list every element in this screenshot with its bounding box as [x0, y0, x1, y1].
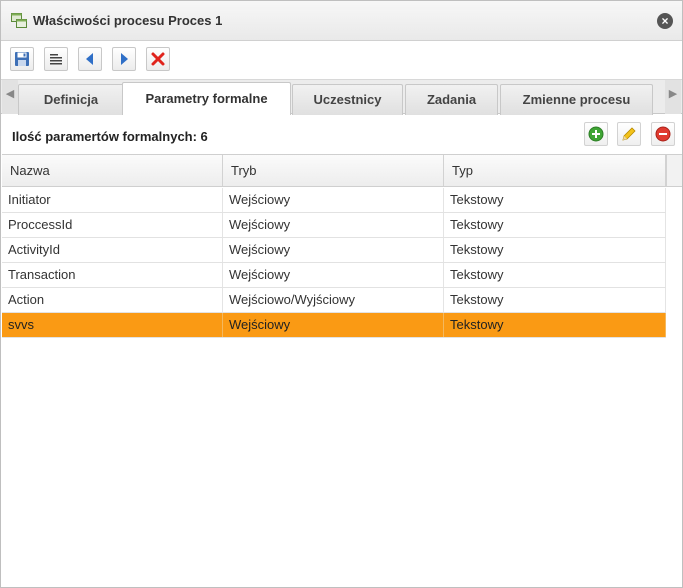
next-button[interactable]	[112, 47, 136, 71]
cell-nazwa: ActivityId	[2, 238, 223, 262]
column-header-typ[interactable]: Typ	[444, 155, 666, 186]
delete-button[interactable]	[146, 47, 170, 71]
window-title: Właściwości procesu Proces 1	[33, 13, 223, 28]
tab-parametry-formalne[interactable]: Parametry formalne	[122, 82, 291, 115]
tab-uczestnicy[interactable]: Uczestnicy	[292, 84, 403, 115]
cell-tryb: Wejściowy	[223, 213, 444, 237]
tab-zmienne-procesu[interactable]: Zmienne procesu	[500, 84, 653, 115]
add-icon	[588, 126, 604, 142]
cell-typ: Tekstowy	[444, 263, 666, 287]
table-row[interactable]: Transaction Wejściowy Tekstowy	[2, 263, 666, 288]
column-header-tryb[interactable]: Tryb	[223, 155, 444, 186]
edit-icon	[622, 127, 636, 141]
tab-scroll-left-icon[interactable]: ◀	[2, 80, 18, 114]
cell-tryb: Wejściowy	[223, 313, 444, 337]
cell-nazwa: ProccessId	[2, 213, 223, 237]
cell-typ: Tekstowy	[444, 188, 666, 212]
table-row-selected[interactable]: svvs Wejściowy Tekstowy	[2, 313, 666, 338]
cell-nazwa: Action	[2, 288, 223, 312]
table-row[interactable]: Initiator Wejściowy Tekstowy	[2, 188, 666, 213]
tab-scroll-right-icon[interactable]: ▶	[665, 80, 681, 114]
save-button[interactable]	[10, 47, 34, 71]
edit-parameter-button[interactable]	[617, 122, 641, 146]
windows-icon	[11, 13, 27, 28]
remove-icon	[655, 126, 671, 142]
arrow-left-icon	[86, 53, 93, 65]
add-parameter-button[interactable]	[584, 122, 608, 146]
table-row[interactable]: ProccessId Wejściowy Tekstowy	[2, 213, 666, 238]
save-icon	[15, 52, 29, 66]
parameters-table: Nazwa Tryb Typ Initiator Wejściowy Tekst…	[2, 154, 682, 586]
cell-typ: Tekstowy	[444, 238, 666, 262]
remove-parameter-button[interactable]	[651, 122, 675, 146]
tab-zadania[interactable]: Zadania	[405, 84, 498, 115]
process-properties-window: Właściwości procesu Proces 1 × ◀ Definic…	[0, 0, 683, 588]
table-row[interactable]: ActivityId Wejściowy Tekstowy	[2, 238, 666, 263]
parameter-count-label: Ilość paramertów formalnych: 6	[12, 129, 208, 144]
cell-typ: Tekstowy	[444, 288, 666, 312]
cell-tryb: Wejściowy	[223, 263, 444, 287]
table-header: Nazwa Tryb Typ	[2, 155, 666, 187]
close-icon[interactable]: ×	[657, 13, 673, 29]
table-row[interactable]: Action Wejściowo/Wyjściowy Tekstowy	[2, 288, 666, 313]
previous-button[interactable]	[78, 47, 102, 71]
arrow-right-icon	[121, 53, 128, 65]
cell-typ: Tekstowy	[444, 313, 666, 337]
delete-icon	[151, 52, 165, 66]
cell-nazwa: Initiator	[2, 188, 223, 212]
column-header-nazwa[interactable]: Nazwa	[2, 155, 223, 186]
title-bar: Właściwości procesu Proces 1 ×	[1, 1, 682, 41]
text-format-button[interactable]	[44, 47, 68, 71]
cell-tryb: Wejściowy	[223, 238, 444, 262]
cell-tryb: Wejściowo/Wyjściowy	[223, 288, 444, 312]
toolbar	[1, 42, 682, 78]
cell-tryb: Wejściowy	[223, 188, 444, 212]
text-format-icon	[50, 54, 62, 65]
cell-nazwa: svvs	[2, 313, 223, 337]
header-scroll-filler	[666, 155, 682, 187]
tab-definicja[interactable]: Definicja	[18, 84, 124, 115]
cell-nazwa: Transaction	[2, 263, 223, 287]
cell-typ: Tekstowy	[444, 213, 666, 237]
tab-strip: ◀ Definicja Parametry formalne Uczestnic…	[1, 79, 682, 115]
